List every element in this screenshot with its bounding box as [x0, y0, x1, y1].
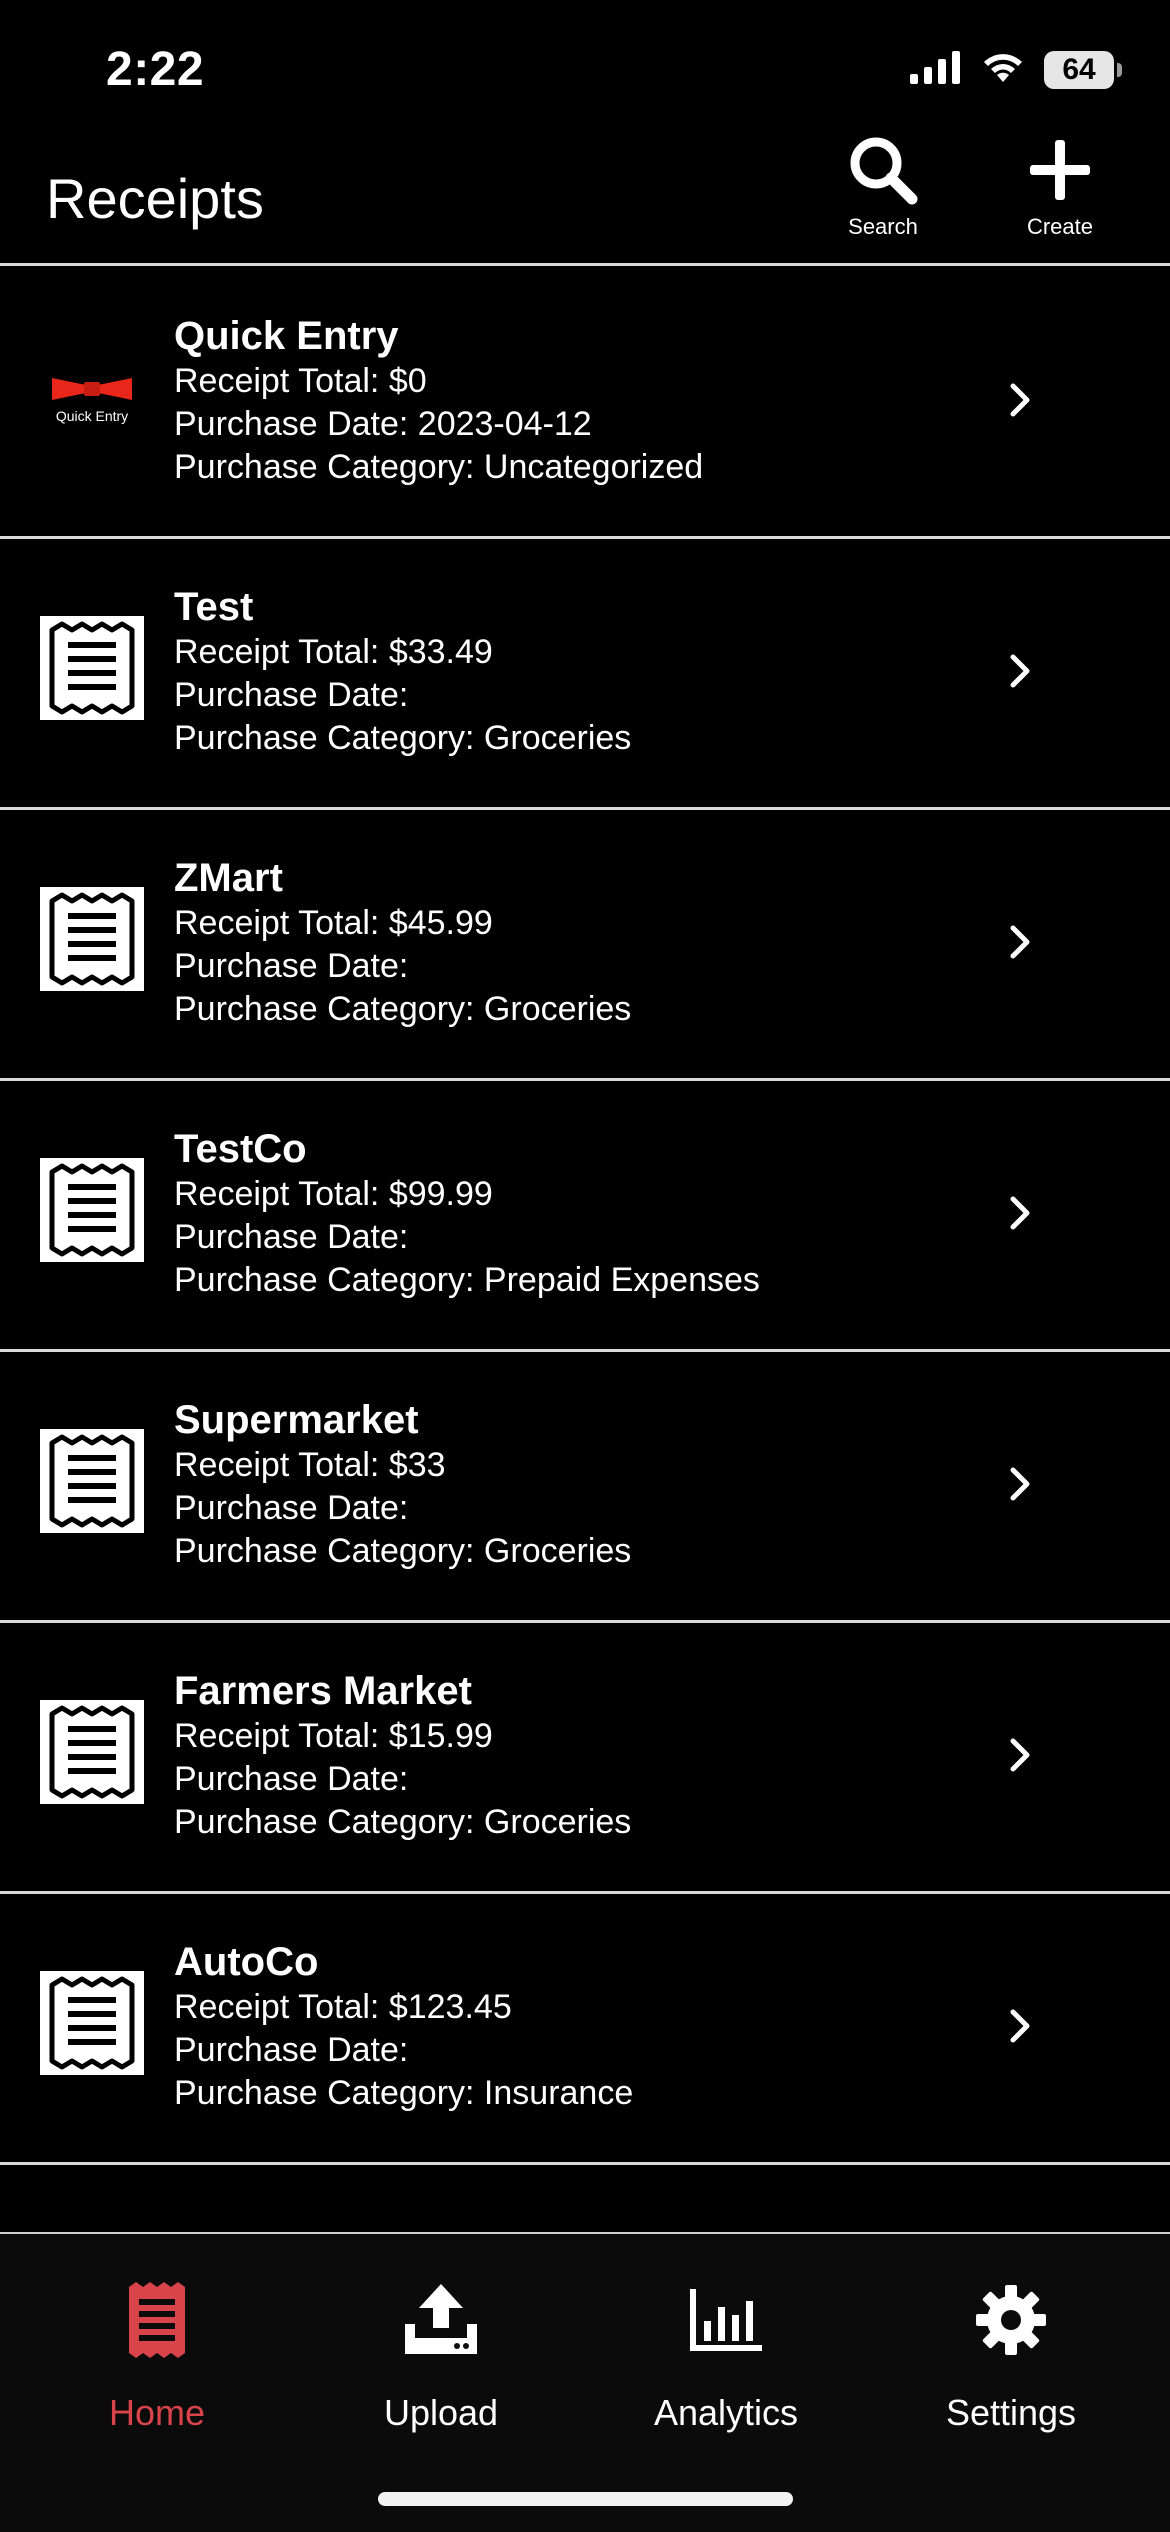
purchase-category: Purchase Category: Prepaid Expenses [174, 1261, 760, 1299]
receipt-icon [40, 1970, 144, 2080]
receipt-info: Supermarket Receipt Total: $33 Purchase … [174, 1396, 994, 1573]
receipt-title: ZMart [174, 856, 283, 900]
receipt-total: Receipt Total: $33 [174, 1446, 446, 1484]
chevron-right-icon [1005, 1464, 1035, 1504]
receipt-info: TestCo Receipt Total: $99.99 Purchase Da… [174, 1125, 994, 1302]
purchase-category: Purchase Category: Groceries [174, 719, 632, 757]
receipt-icon [40, 1157, 144, 1267]
bottom-tab-bar: Home Upload Analytics Settings [0, 2232, 1170, 2532]
header: Receipts Search Create [0, 130, 1170, 266]
upload-icon [403, 2282, 479, 2363]
cellular-signal-icon [910, 50, 962, 89]
purchase-date: Purchase Date: [174, 676, 409, 714]
receipt-icon [40, 1699, 144, 1809]
plus-icon [1027, 137, 1093, 208]
status-icons: 64 [910, 50, 1122, 89]
status-bar: 2:22 64 [0, 0, 1170, 130]
receipt-row[interactable]: Quick Entry Quick Entry Receipt Total: $… [0, 268, 1170, 539]
gear-icon [975, 2284, 1047, 2361]
chevron-right-icon [1005, 651, 1035, 691]
create-label: Create [1026, 214, 1094, 239]
receipt-thumbnail [40, 1157, 144, 1267]
purchase-category: Purchase Category: Insurance [174, 2074, 634, 2112]
home-indicator[interactable] [378, 2492, 793, 2506]
wifi-icon [980, 50, 1026, 89]
receipt-row[interactable]: ZMart Receipt Total: $45.99 Purchase Dat… [0, 810, 1170, 1081]
purchase-category: Purchase Category: Groceries [174, 990, 632, 1028]
receipt-title: Supermarket [174, 1398, 419, 1442]
chevron-right-icon [1005, 380, 1035, 420]
battery-indicator: 64 [1044, 50, 1122, 89]
receipt-info: AutoCo Receipt Total: $123.45 Purchase D… [174, 1938, 994, 2115]
purchase-date: Purchase Date: [174, 947, 409, 985]
bar-chart-icon [688, 2287, 764, 2358]
receipt-info: ZMart Receipt Total: $45.99 Purchase Dat… [174, 854, 994, 1031]
purchase-date: Purchase Date: [174, 2031, 409, 2069]
chevron-right-icon [1005, 922, 1035, 962]
receipt-total: Receipt Total: $99.99 [174, 1175, 493, 1213]
receipt-info: Quick Entry Receipt Total: $0 Purchase D… [174, 312, 994, 489]
tab-settings[interactable]: Settings [896, 2276, 1126, 2434]
chevron-right-icon [1005, 2006, 1035, 2046]
quick-entry-logo-text: Quick Entry [55, 408, 129, 424]
receipt-home-icon [127, 2281, 187, 2364]
purchase-date: Purchase Date: [174, 1760, 409, 1798]
tab-upload-label: Upload [383, 2392, 499, 2433]
receipt-list: Quick Entry Quick Entry Receipt Total: $… [0, 268, 1170, 2165]
tab-upload[interactable]: Upload [326, 2276, 556, 2434]
receipt-title: TestCo [174, 1127, 307, 1171]
receipt-total: Receipt Total: $45.99 [174, 904, 493, 942]
tab-settings-label: Settings [945, 2392, 1077, 2433]
receipt-thumbnail: Quick Entry [40, 347, 144, 451]
purchase-date: Purchase Date: [174, 1489, 409, 1527]
chevron-right-icon [1005, 1735, 1035, 1775]
receipt-title: Test [174, 585, 254, 629]
search-label: Search [848, 214, 918, 239]
receipt-thumbnail [40, 1970, 144, 2080]
receipt-info: Farmers Market Receipt Total: $15.99 Pur… [174, 1667, 994, 1844]
tab-analytics[interactable]: Analytics [611, 2276, 841, 2434]
receipt-total: Receipt Total: $15.99 [174, 1717, 493, 1755]
receipt-info: Test Receipt Total: $33.49 Purchase Date… [174, 583, 994, 760]
receipt-title: Farmers Market [174, 1669, 472, 1713]
receipt-thumbnail [40, 615, 144, 725]
receipt-thumbnail [40, 1428, 144, 1538]
receipt-icon [40, 886, 144, 996]
receipt-row[interactable]: Test Receipt Total: $33.49 Purchase Date… [0, 539, 1170, 810]
receipt-title: AutoCo [174, 1940, 319, 1984]
purchase-date: Purchase Date: 2023-04-12 [174, 405, 592, 443]
search-button[interactable]: Search [818, 134, 948, 252]
receipt-icon [40, 1428, 144, 1538]
purchase-category: Purchase Category: Groceries [174, 1803, 632, 1841]
receipt-total: Receipt Total: $123.45 [174, 1988, 512, 2026]
quick-entry-logo: Quick Entry [50, 374, 134, 424]
receipt-title: Quick Entry [174, 314, 399, 358]
receipt-total: Receipt Total: $33.49 [174, 633, 493, 671]
tab-home-label: Home [108, 2392, 206, 2433]
receipt-thumbnail [40, 886, 144, 996]
page-title: Receipts [46, 167, 264, 230]
tab-analytics-label: Analytics [653, 2392, 799, 2433]
receipt-row[interactable]: AutoCo Receipt Total: $123.45 Purchase D… [0, 1894, 1170, 2165]
receipt-row[interactable]: Farmers Market Receipt Total: $15.99 Pur… [0, 1623, 1170, 1894]
bowtie-logo-icon [52, 378, 132, 400]
purchase-category: Purchase Category: Uncategorized [174, 448, 704, 486]
create-button[interactable]: Create [995, 134, 1125, 252]
receipt-thumbnail [40, 1699, 144, 1809]
purchase-category: Purchase Category: Groceries [174, 1532, 632, 1570]
chevron-right-icon [1005, 1193, 1035, 1233]
status-time: 2:22 [106, 43, 205, 96]
purchase-date: Purchase Date: [174, 1218, 409, 1256]
search-icon [846, 133, 920, 212]
tab-home[interactable]: Home [42, 2276, 272, 2434]
receipt-row[interactable]: Supermarket Receipt Total: $33 Purchase … [0, 1352, 1170, 1623]
receipt-row[interactable]: TestCo Receipt Total: $99.99 Purchase Da… [0, 1081, 1170, 1352]
receipt-icon [40, 615, 144, 725]
receipt-total: Receipt Total: $0 [174, 362, 427, 400]
